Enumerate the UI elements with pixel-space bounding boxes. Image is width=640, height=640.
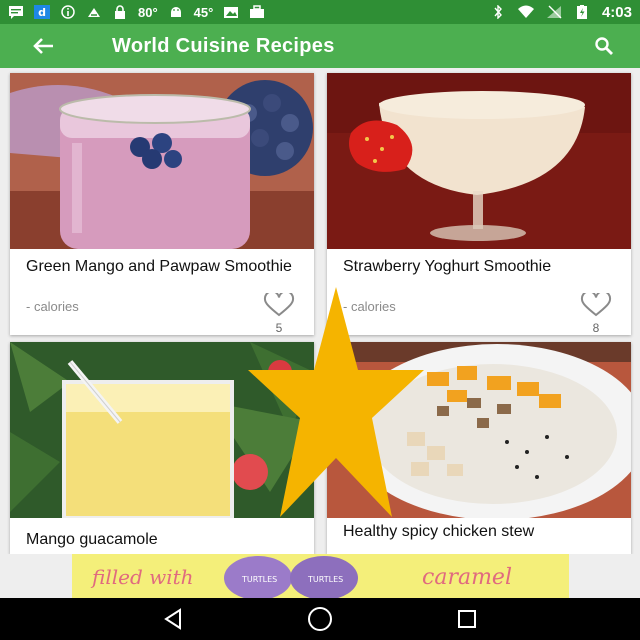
back-button[interactable] [20, 24, 66, 68]
status-time: 4:03 [601, 3, 632, 21]
message-icon [8, 5, 24, 19]
system-nav-bar [0, 598, 640, 640]
heart-icon [580, 293, 612, 317]
recipe-title: Green Mango and Pawpaw Smoothie [26, 258, 292, 275]
recipe-calories: - calories [26, 299, 79, 314]
nav-home-button[interactable] [300, 599, 340, 639]
triangle-back-icon [164, 608, 182, 630]
photo-icon [223, 5, 239, 19]
square-recents-icon [457, 610, 476, 628]
page-title: World Cuisine Recipes [112, 34, 335, 57]
status-bar: d 80° 45° 4:03 [0, 0, 640, 24]
bluetooth-icon [490, 5, 506, 19]
cell-signal-icon [546, 5, 562, 19]
dictionary-app-icon: d [34, 5, 50, 19]
fitness-icon [86, 5, 102, 19]
battery-icon [574, 5, 590, 19]
search-icon [595, 37, 613, 55]
recipe-title: Mango guacamole [26, 531, 158, 548]
briefcase-icon [249, 5, 265, 19]
status-temperature-2: 45° [193, 4, 214, 20]
app-screen: d 80° 45° 4:03 World Cuisine Recipes Gre… [0, 0, 640, 640]
wifi-icon [517, 5, 534, 19]
favorite-button[interactable]: 8 [579, 293, 613, 335]
nav-recents-button[interactable] [447, 599, 487, 639]
status-temperature-1: 80° [138, 4, 158, 20]
star-icon [248, 287, 424, 517]
ad-text-left: filled with [90, 565, 194, 589]
android-icon [168, 5, 184, 19]
favorite-count: 8 [592, 321, 600, 335]
svg-text:d: d [38, 6, 46, 19]
app-bar: World Cuisine Recipes [0, 24, 640, 68]
arrow-left-icon [33, 38, 53, 54]
recipe-title: Healthy spicy chicken stew [343, 523, 535, 540]
recipe-image [10, 73, 314, 249]
recipe-title: Strawberry Yoghurt Smoothie [343, 258, 552, 275]
search-button[interactable] [582, 24, 626, 68]
ad-banner[interactable]: filled with TURTLES TURTLES caramel [72, 554, 569, 598]
nav-back-button[interactable] [153, 599, 193, 639]
lock-icon [112, 5, 128, 19]
ad-text-right: caramel [422, 565, 512, 590]
info-icon [60, 5, 76, 19]
recipe-image [327, 73, 631, 249]
ad-brand-1: TURTLES [241, 575, 277, 584]
circle-home-icon [307, 607, 332, 631]
ad-brand-2: TURTLES [307, 575, 343, 584]
